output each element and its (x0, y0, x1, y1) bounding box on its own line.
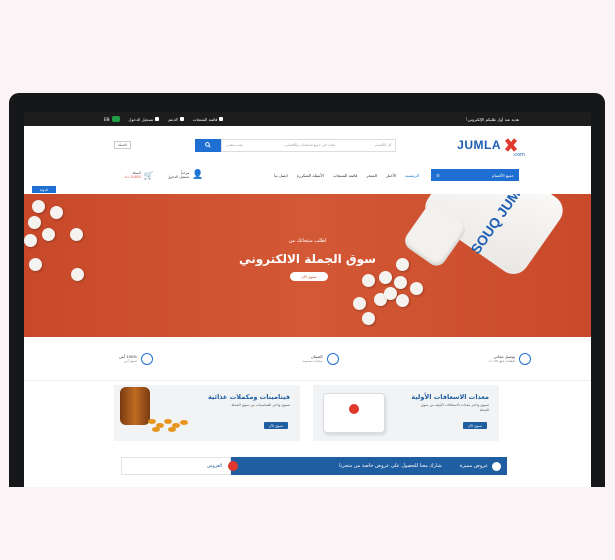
gift-icon (492, 461, 501, 471)
nav-faq[interactable]: الأسئلة المتكررة (297, 173, 324, 178)
pill-image (32, 200, 45, 213)
logo-text: JUMLA (457, 138, 501, 152)
first-aid-card[interactable]: معدات الاسعافات الأولية تسوق واختر معدات… (313, 385, 499, 441)
account-area: 👤 مرحباً تسجيل الدخول 🛒 السلة 0.000 د.ك (124, 170, 203, 180)
nav-product-list[interactable]: قائمة المنتجات (333, 173, 358, 178)
search-input[interactable]: كل الأقسام ابحث في جميع المنتجات والأقسا… (221, 138, 397, 152)
nav-contact[interactable]: اتصل بنا (274, 173, 288, 178)
softgel-image (152, 427, 160, 432)
softgel-image (168, 427, 176, 432)
softgel-image (164, 419, 172, 424)
offers-badge-icon (228, 461, 238, 471)
lock-icon (155, 117, 160, 121)
feature-subtitle: منتجات مضمونة (302, 359, 323, 363)
hero-shop-button[interactable]: تسوق الآن (290, 272, 328, 281)
main-nav: جميع الأقسام ☰ الرئيسية الأخبار المتجر ق… (24, 164, 591, 186)
nav-shop[interactable]: المتجر (366, 173, 377, 178)
pill-image (379, 271, 392, 284)
wishlist-link[interactable]: قائمة المنتجات (193, 117, 224, 122)
offers-tag-label: عروض مميزة (459, 463, 488, 469)
pill-image (410, 282, 423, 295)
search-category[interactable]: كل الأقسام (375, 143, 391, 147)
login-link[interactable]: تسجيل الدخول (129, 117, 160, 122)
search-placeholder: ابحث في جميع المنتجات والأقسام... (282, 143, 336, 147)
laptop-frame: هدية عند أول طلبكم الإلكتروني! قائمة الم… (9, 93, 605, 487)
rocket-icon (519, 352, 531, 365)
pill-image (394, 276, 407, 289)
feature-secure: 100% آمن تسوق آمن (119, 352, 154, 365)
search-secondary: بحث متقدم (226, 143, 244, 147)
search-button[interactable] (195, 138, 222, 152)
country-ribbon[interactable]: الدولة (32, 186, 56, 193)
card-title: فيتامينات ومكملات غذائية (208, 393, 290, 401)
browser-screen: هدية عند أول طلبكم الإلكتروني! قائمة الم… (24, 112, 591, 487)
user-icon: 👤 (192, 170, 204, 180)
offers-link[interactable]: العروض (121, 457, 231, 475)
nav-links: الرئيسية الأخبار المتجر قائمة المنتجات ا… (203, 173, 419, 178)
pill-image (28, 216, 41, 229)
account-login: تسجيل الدخول (167, 175, 190, 179)
pill-image (362, 312, 375, 325)
all-categories-button[interactable]: جميع الأقسام ☰ (431, 169, 519, 181)
offers-link-label: العروض (207, 463, 222, 469)
currency-button[interactable]: العملة (114, 141, 131, 149)
features-row: توصيل مجاني للطلبات فوق 50 د.ك الضمان منتج… (24, 337, 591, 381)
categories-label: جميع الأقسام (492, 172, 514, 178)
account-link[interactable]: 👤 مرحباً تسجيل الدخول (168, 170, 204, 180)
umbrella-icon (141, 352, 154, 365)
pill-image (50, 206, 63, 219)
money-bag-icon (326, 352, 339, 365)
help-icon (179, 117, 184, 121)
feature-subtitle: تسوق آمن (123, 359, 138, 363)
card-shop-button[interactable]: تسوق الآن (463, 422, 487, 429)
language-switch[interactable]: EN (104, 116, 120, 122)
hero-subtitle: اطلب منتجاتك من (288, 238, 327, 244)
softgel-image (180, 420, 188, 425)
offers-strip[interactable]: عروض مميزة شارك معنا للحصول على عروض خاص… (121, 457, 507, 475)
feature-free-delivery: توصيل مجاني للطلبات فوق 50 د.ك (488, 352, 531, 365)
card-subtitle: تسوق واختر معدات الاسعافات الأولية من سو… (420, 403, 489, 412)
pill-image (396, 294, 409, 307)
offers-text: شارك معنا للحصول على عروض خاصة من متجرنا (339, 463, 442, 469)
help-link[interactable]: الدعم (168, 117, 184, 122)
menu-icon: ☰ (436, 172, 440, 178)
nav-news[interactable]: الأخبار (386, 173, 396, 178)
search-bar: كل الأقسام ابحث في جميع المنتجات والأقسا… (195, 138, 397, 152)
card-subtitle: تسوق واختر الفيتامينات من سوق الجملة (231, 403, 290, 407)
cart-link[interactable]: 🛒 السلة 0.000 د.ك (124, 171, 154, 180)
softgel-image (148, 419, 156, 424)
logo-suffix: .com (512, 152, 525, 158)
heart-icon (219, 117, 224, 121)
site-logo[interactable]: JUMLA .com (457, 138, 525, 158)
card-shop-button[interactable]: تسوق الآن (264, 422, 288, 429)
hero-banner: SOUQ JUMLA اطلب منتجاتك من سوق الجملة ال… (24, 194, 591, 337)
promo-text: هدية عند أول طلبكم الإلكتروني! (466, 116, 519, 122)
logo-x-icon: .com (503, 138, 525, 158)
pill-image (353, 297, 366, 310)
medical-cross-icon (349, 404, 359, 414)
pill-image (384, 287, 397, 300)
offers-tag: عروض مميزة (459, 461, 501, 471)
feature-guarantee: الضمان منتجات مضمونة (302, 352, 339, 365)
nav-home[interactable]: الرئيسية (405, 173, 419, 178)
top-bar: هدية عند أول طلبكم الإلكتروني! قائمة الم… (24, 112, 591, 126)
header: JUMLA .com كل الأقسام ابحث في جميع المنت… (24, 126, 591, 164)
flag-icon (111, 116, 120, 122)
cart-icon: 🛒 (143, 170, 154, 180)
vitamin-jar-image (120, 387, 150, 425)
search-icon (205, 142, 212, 148)
hero-title: سوق الجملة الالكتروني (239, 252, 376, 266)
pill-image (362, 274, 375, 287)
card-title: معدات الاسعافات الأولية (411, 393, 489, 401)
cart-total: 0.000 د.ك (124, 175, 141, 179)
first-aid-kit-image (323, 393, 385, 433)
pill-image (71, 268, 84, 281)
vitamins-card[interactable]: فيتامينات ومكملات غذائية تسوق واختر الفي… (114, 385, 300, 441)
feature-subtitle: للطلبات فوق 50 د.ك (488, 359, 515, 363)
